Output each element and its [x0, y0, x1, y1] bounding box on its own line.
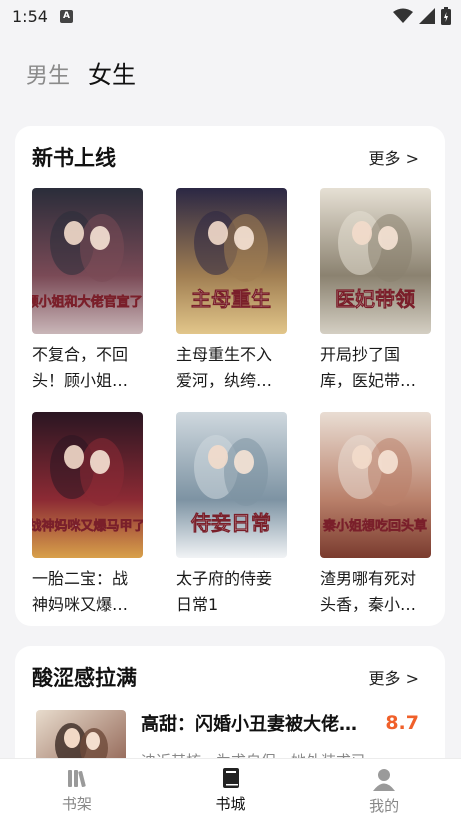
nav-label: 我的	[369, 797, 400, 815]
sour-section-header: 酸涩感拉满 更多 >	[15, 646, 445, 708]
person-icon	[373, 769, 396, 791]
book-cover[interactable]: 秦小姐想吃回头草	[320, 412, 431, 558]
status-bar: 1:54 A	[0, 0, 461, 32]
section-title: 酸涩感拉满	[32, 666, 137, 690]
nav-bookstore[interactable]: 书城	[154, 759, 308, 819]
bookstore-icon	[222, 768, 239, 788]
cover-art: 侍妾日常	[176, 412, 287, 558]
wifi-icon	[393, 8, 413, 23]
new-books-header: 新书上线 更多 >	[15, 126, 445, 188]
nav-bookshelf[interactable]: 书架	[0, 759, 154, 819]
book-title[interactable]: 主母重生不入爱河，纨绔追妻入魔	[176, 342, 287, 394]
book-cover[interactable]: 主母重生	[176, 188, 287, 334]
bottom-nav: 书架 书城 我的	[0, 758, 461, 819]
book-item[interactable]: 医妃带领 开局抄了国库，医妃带领全家流放	[320, 188, 431, 394]
book-item[interactable]: 战神妈咪又爆马甲了 一胎二宝：战神妈咪又爆马甲了	[32, 412, 143, 618]
book-title[interactable]: 开局抄了国库，医妃带领全家流放	[320, 342, 431, 394]
cover-title-text: 秦小姐想吃回头草	[322, 518, 427, 534]
book-cover[interactable]: 战神妈咪又爆马甲了	[32, 412, 143, 558]
status-time: 1:54	[12, 6, 48, 26]
rating-score: 8.7	[385, 712, 419, 734]
cover-art: 顾小姐和大佬官宣了!	[32, 188, 143, 334]
book-item[interactable]: 侍妾日常 太子府的侍妾日常1	[176, 412, 287, 618]
more-link[interactable]: 更多 >	[369, 145, 420, 169]
cover-title-text: 顾小姐和大佬官宣了!	[32, 294, 143, 310]
book-title[interactable]: 一胎二宝：战神妈咪又爆马甲了	[32, 566, 143, 618]
battery-icon	[441, 7, 451, 25]
cover-art: 医妃带领	[320, 188, 431, 334]
book-title[interactable]: 不复合，不回头！顾小姐和大佬官宣了！	[32, 342, 143, 394]
cover-title-text: 侍妾日常	[190, 511, 271, 535]
nav-label: 书架	[61, 795, 92, 813]
book-cover[interactable]: 医妃带领	[320, 188, 431, 334]
cover-title-text: 医妃带领	[335, 287, 415, 311]
tab-female[interactable]: 女生	[88, 55, 136, 90]
cover-title-text: 战神妈咪又爆马甲了	[32, 518, 143, 534]
book-grid: 顾小姐和大佬官宣了! 不复合，不回头！顾小姐和大佬官宣了！ 主母重生 主母重生不…	[15, 188, 445, 618]
signal-icon	[419, 8, 435, 24]
book-item[interactable]: 秦小姐想吃回头草 渣男哪有死对头香，秦小姐想吃回头草	[320, 412, 431, 618]
book-item[interactable]: 主母重生 主母重生不入爱河，纨绔追妻入魔	[176, 188, 287, 394]
nav-mine[interactable]: 我的	[307, 759, 461, 819]
book-cover[interactable]: 顾小姐和大佬官宣了!	[32, 188, 143, 334]
cover-art: 秦小姐想吃回头草	[320, 412, 431, 558]
new-books-card: 新书上线 更多 > 顾小姐和大佬官宣了! 不复合，不回头！顾小姐和大佬官宣了！ …	[15, 126, 445, 626]
status-icons	[393, 7, 451, 25]
sour-book-title[interactable]: 高甜：闪婚小丑妻被大佬…	[141, 710, 357, 736]
more-link[interactable]: 更多 >	[369, 665, 420, 689]
section-title: 新书上线	[32, 146, 116, 170]
book-title[interactable]: 太子府的侍妾日常1	[176, 566, 287, 618]
cover-art: 主母重生	[176, 188, 287, 334]
tab-male[interactable]: 男生	[26, 58, 70, 90]
cover-title-text: 主母重生	[191, 287, 271, 311]
cover-art: 战神妈咪又爆马甲了	[32, 412, 143, 558]
book-item[interactable]: 顾小姐和大佬官宣了! 不复合，不回头！顾小姐和大佬官宣了！	[32, 188, 143, 394]
bookshelf-icon	[67, 770, 86, 788]
nav-label: 书城	[215, 795, 246, 813]
book-cover[interactable]: 侍妾日常	[176, 412, 287, 558]
book-title[interactable]: 渣男哪有死对头香，秦小姐想吃回头草	[320, 566, 431, 618]
gender-tabs: 男生 女生	[26, 55, 136, 90]
notification-icon: A	[59, 9, 73, 23]
